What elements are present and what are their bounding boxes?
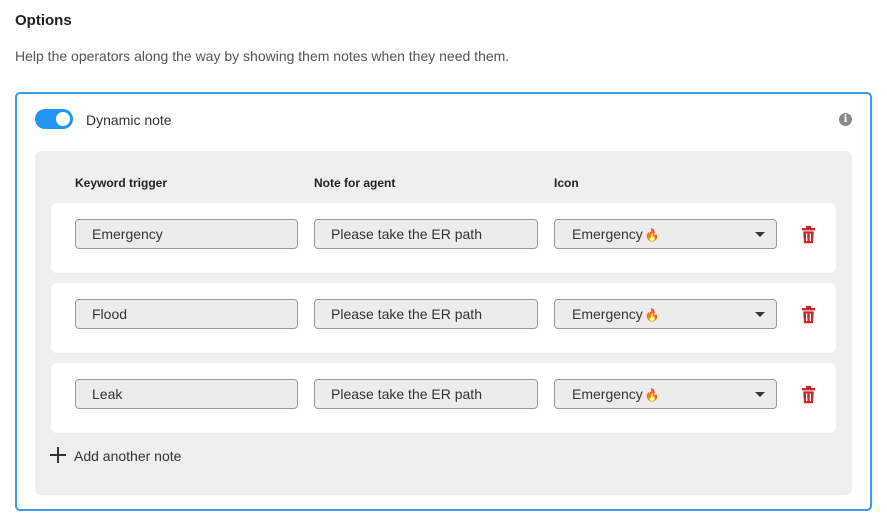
- note-row: Emergency Please take the ER path Emerge…: [51, 203, 836, 273]
- note-input[interactable]: Please take the ER path: [314, 219, 538, 249]
- dynamic-note-label: Dynamic note: [86, 112, 172, 128]
- trash-icon[interactable]: [801, 386, 816, 404]
- trash-icon[interactable]: [801, 306, 816, 324]
- dynamic-note-toggle[interactable]: [35, 109, 73, 129]
- keyword-input[interactable]: Leak: [75, 379, 298, 409]
- dynamic-note-card: Dynamic note i Keyword trigger Note for …: [15, 92, 872, 511]
- trash-icon[interactable]: [801, 226, 816, 244]
- chevron-down-icon: [755, 312, 765, 317]
- fire-icon: 🔥: [644, 308, 660, 322]
- icon-select[interactable]: Emergency 🔥: [554, 299, 777, 329]
- keyword-input[interactable]: Flood: [75, 299, 298, 329]
- info-icon[interactable]: i: [839, 113, 852, 126]
- toggle-knob: [56, 112, 70, 126]
- notes-panel: Keyword trigger Note for agent Icon Emer…: [35, 151, 852, 495]
- add-note-label: Add another note: [74, 448, 182, 464]
- column-header-keyword: Keyword trigger: [75, 176, 168, 190]
- chevron-down-icon: [755, 392, 765, 397]
- fire-icon: 🔥: [644, 228, 660, 242]
- chevron-down-icon: [755, 232, 765, 237]
- page-description: Help the operators along the way by show…: [15, 48, 510, 64]
- column-header-icon: Icon: [554, 176, 579, 190]
- note-row: Leak Please take the ER path Emergency 🔥: [51, 363, 836, 433]
- icon-select-value: Emergency: [572, 226, 643, 242]
- note-input[interactable]: Please take the ER path: [314, 299, 538, 329]
- column-header-note: Note for agent: [314, 176, 396, 190]
- icon-select-value: Emergency: [572, 306, 643, 322]
- note-input[interactable]: Please take the ER path: [314, 379, 538, 409]
- fire-icon: 🔥: [644, 388, 660, 402]
- plus-icon: [50, 447, 66, 463]
- keyword-input[interactable]: Emergency: [75, 219, 298, 249]
- note-row: Flood Please take the ER path Emergency 🔥: [51, 283, 836, 353]
- icon-select-value: Emergency: [572, 386, 643, 402]
- icon-select[interactable]: Emergency 🔥: [554, 219, 777, 249]
- icon-select[interactable]: Emergency 🔥: [554, 379, 777, 409]
- page-title: Options: [15, 12, 72, 29]
